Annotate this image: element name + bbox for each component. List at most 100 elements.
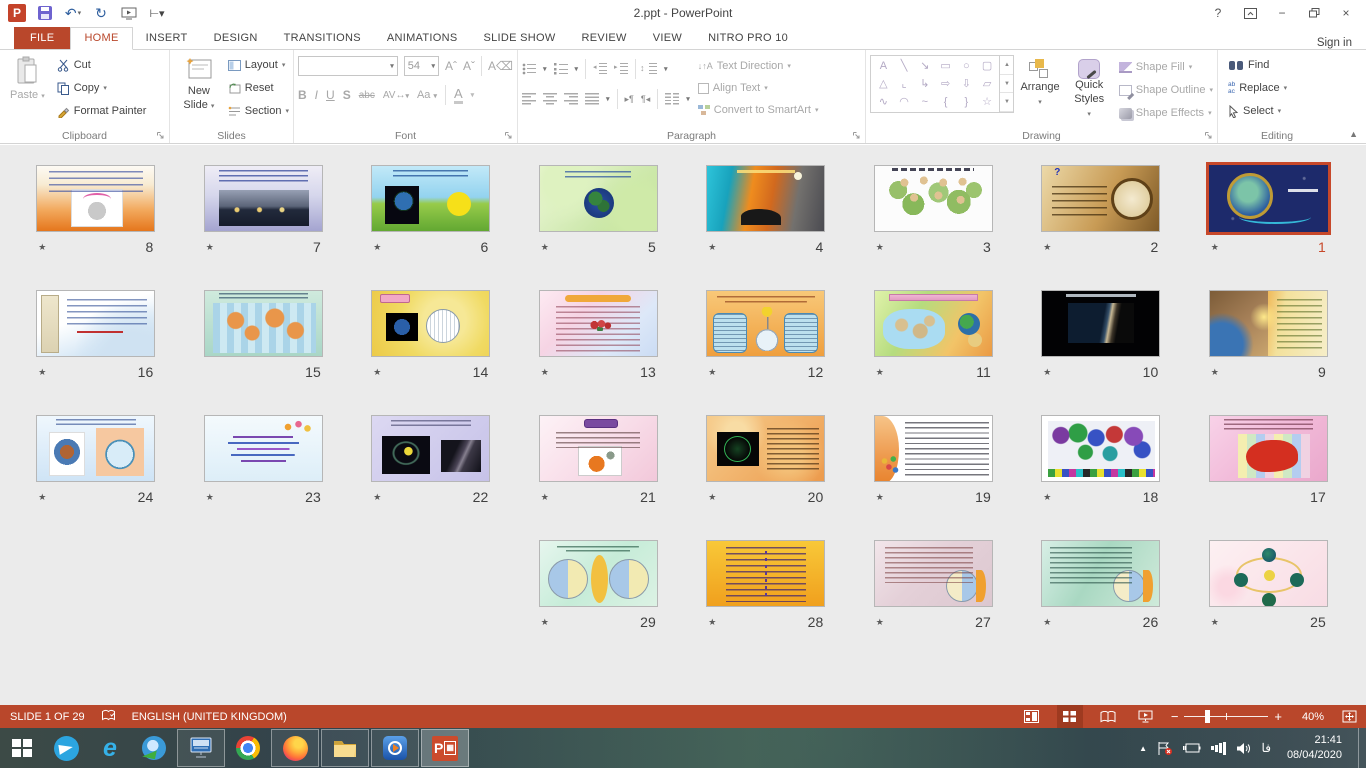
slide-28-thumbnail[interactable] [706,540,825,607]
taskbar-windows-media-player-icon[interactable] [371,729,419,767]
find-button[interactable]: Find [1228,55,1287,75]
ribbon-display-options-button[interactable] [1236,3,1264,23]
section-button[interactable]: Section ▾ [228,101,289,121]
elbow-connector-shape-icon[interactable]: ⌞ [902,77,907,92]
slide-18-thumbnail[interactable] [1041,415,1160,482]
line-spacing-icon[interactable]: ↕ [643,63,657,75]
increase-indent-icon[interactable]: ▸ [614,63,628,75]
taskbar-internet-explorer-icon[interactable]: e [88,728,132,768]
normal-view-button[interactable] [1019,705,1045,728]
undo-button[interactable]: ↶▾ [64,4,82,22]
tab-file[interactable]: FILE [14,27,70,49]
right-brace-shape-icon[interactable]: } [964,95,968,110]
scribble-shape-icon[interactable]: ∿ [879,95,888,110]
slide-20-thumbnail[interactable] [706,415,825,482]
paragraph-dialog-launcher[interactable] [852,131,863,142]
cut-button[interactable]: Cut [57,55,147,75]
sign-in-link[interactable]: Sign in [1317,37,1366,49]
clear-formatting-button[interactable]: A⌫ [488,59,513,73]
slide-5-thumbnail[interactable] [539,165,658,232]
slide-sorter-view-button[interactable] [1057,705,1083,728]
character-spacing-button[interactable]: AV↔▾ [383,90,409,101]
strikethrough-button[interactable]: abc [359,90,375,101]
slide-13-thumbnail[interactable] [539,290,658,357]
taskbar-clock[interactable]: 21:41 08/04/2020 [1281,733,1348,763]
rectangle-shape-icon[interactable]: ▭ [940,59,950,74]
text-shadow-button[interactable]: S [343,88,351,102]
text-direction-button[interactable]: ↓↑AText Direction ▾ [698,57,819,75]
font-dialog-launcher[interactable] [504,131,515,142]
hidden-icons-chevron[interactable]: ▲ [1139,744,1147,753]
slide-21-thumbnail[interactable] [539,415,658,482]
decrease-indent-icon[interactable]: ◂ [593,63,607,75]
slide-15-thumbnail[interactable] [204,290,323,357]
tab-review[interactable]: REVIEW [569,28,640,49]
quick-styles-button[interactable]: QuickStyles ▾ [1066,53,1113,123]
restore-button[interactable] [1300,3,1328,23]
shape-fill-button[interactable]: Shape Fill ▾ [1119,57,1213,77]
help-button[interactable]: ? [1204,3,1232,23]
zoom-slider[interactable] [1184,705,1268,728]
zoom-out-button[interactable]: − [1171,710,1179,723]
layout-button[interactable]: Layout ▾ [228,55,289,75]
network-signal-icon[interactable] [1211,742,1226,755]
slide-4-thumbnail[interactable] [706,165,825,232]
reset-button[interactable]: Reset [228,78,289,98]
tab-slide-show[interactable]: SLIDE SHOW [470,28,568,49]
spell-check-icon[interactable] [101,709,116,725]
curve-shape-icon[interactable]: ~ [922,95,928,110]
underline-button[interactable]: U [326,88,335,102]
slide-16-thumbnail[interactable] [36,290,155,357]
new-slide-button[interactable]: New Slide ▾ [174,53,224,116]
slide-17-thumbnail[interactable] [1209,415,1328,482]
align-text-button[interactable]: Align Text ▾ [698,79,819,97]
zoom-in-button[interactable]: + [1274,710,1282,723]
reading-view-button[interactable] [1095,705,1121,728]
taskbar-file-explorer-icon[interactable] [321,729,369,767]
oval-shape-icon[interactable]: ○ [963,59,970,74]
save-button[interactable] [36,4,54,22]
tab-insert[interactable]: INSERT [133,28,201,49]
bullets-icon[interactable] [522,63,536,75]
slide-19-thumbnail[interactable] [874,415,993,482]
fit-to-window-button[interactable] [1336,705,1362,728]
taskbar-on-screen-keyboard-icon[interactable] [177,729,225,767]
text-box-shape-icon[interactable]: A [880,59,887,74]
arrange-button[interactable]: Arrange▾ [1014,53,1065,112]
slide-22-thumbnail[interactable] [371,415,490,482]
collapse-ribbon-button[interactable]: ▲ [1349,129,1358,139]
shapes-gallery-scrollbar[interactable]: ▲▼▼ [999,56,1013,112]
taskbar-firefox-icon[interactable] [271,729,319,767]
align-left-icon[interactable] [522,93,536,105]
numbering-icon[interactable] [554,63,568,75]
repeat-button[interactable]: ↻ [92,4,110,22]
paste-button[interactable]: Paste ▾ [4,53,51,106]
input-language-indicator[interactable]: فا [1262,741,1271,755]
zoom-percentage[interactable]: 40% [1294,711,1324,723]
rtl-direction-icon[interactable]: ¶◂ [641,94,650,105]
slide-24-thumbnail[interactable] [36,415,155,482]
ltr-direction-icon[interactable]: ▸¶ [625,94,634,105]
slide-12-thumbnail[interactable] [706,290,825,357]
slide-25-thumbnail[interactable] [1209,540,1328,607]
tab-animations[interactable]: ANIMATIONS [374,28,471,49]
taskbar-chrome-icon[interactable] [226,728,270,768]
slide-11-thumbnail[interactable] [874,290,993,357]
star-shape-icon[interactable]: ☆ [982,95,992,110]
increase-font-size-button[interactable]: Aˆ [445,59,457,73]
select-button[interactable]: Select ▾ [1228,101,1287,121]
change-case-button[interactable]: Aa ▾ [417,89,437,101]
minimize-button[interactable]: − [1268,3,1296,23]
taskbar-telegram-icon[interactable] [44,728,88,768]
slideshow-view-button[interactable] [1133,705,1159,728]
slide-1-thumbnail[interactable] [1209,165,1328,232]
slide-26-thumbnail[interactable] [1041,540,1160,607]
taskbar-start-button[interactable] [0,728,44,768]
copy-button[interactable]: Copy ▾ [57,78,147,98]
slide-10-thumbnail[interactable] [1041,290,1160,357]
taskbar-powerpoint-icon[interactable]: P▦ [421,729,469,767]
triangle-shape-icon[interactable]: △ [879,77,887,92]
elbow-arrow-connector-shape-icon[interactable]: ↳ [920,77,929,92]
snip-rectangle-shape-icon[interactable]: ▱ [983,77,991,92]
rounded-rectangle-shape-icon[interactable]: ▢ [982,59,992,74]
